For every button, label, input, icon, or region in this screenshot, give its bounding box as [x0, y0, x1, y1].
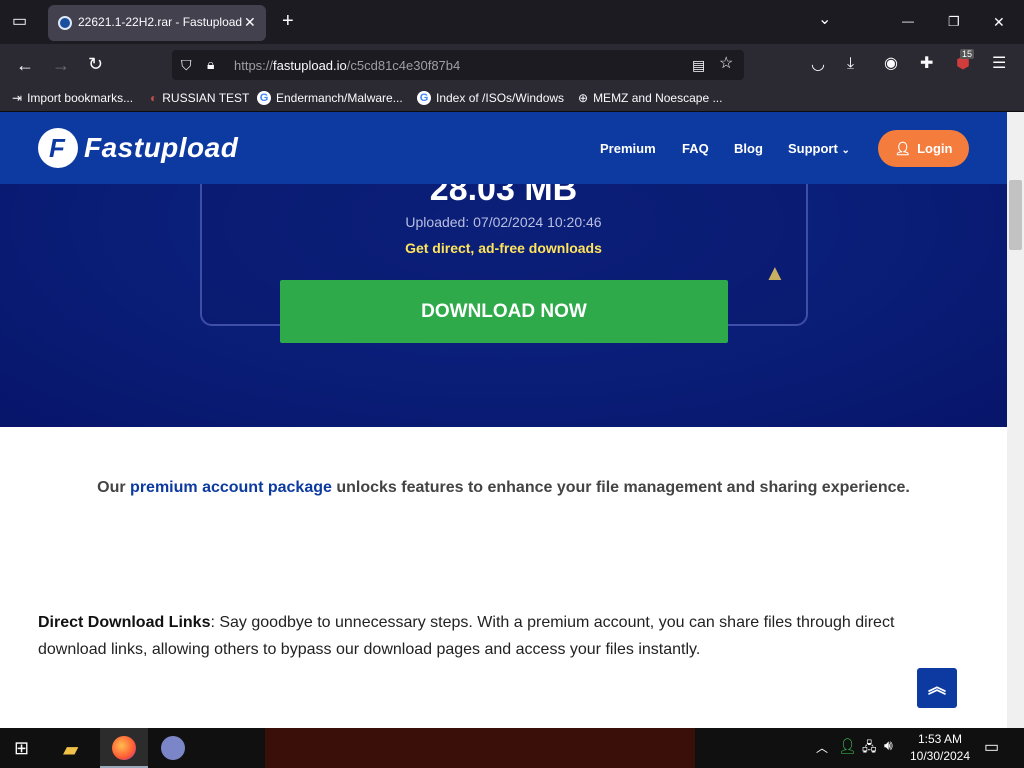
site-logo[interactable]: Fastupload — [38, 128, 238, 168]
feature-direct-links: Direct Download Links: Say goodbye to un… — [38, 609, 948, 663]
torrent-app-icon[interactable] — [161, 736, 185, 760]
notifications-icon[interactable]: ▭ — [984, 737, 999, 757]
fastupload-favicon-icon — [58, 16, 72, 30]
network-icon[interactable]: 🖧︎ — [862, 738, 877, 760]
file-explorer-icon[interactable]: ▰ — [63, 737, 78, 762]
bookmark-endermanch[interactable]: G Endermanch/Malware... — [257, 91, 403, 105]
bookmark-russian-test[interactable]: ◐ RUSSIAN TEST — [150, 91, 249, 105]
firefox-taskbar-button[interactable] — [100, 728, 148, 768]
site-header: Fastupload Premium FAQ Blog Support ⌄ 👤︎… — [0, 112, 1007, 184]
firefox-icon — [112, 736, 136, 760]
tab-active[interactable]: 22621.1-22H2.rar - Fastupload.io ✕ — [48, 5, 266, 41]
chevron-down-icon: ⌄ — [841, 145, 850, 156]
google-icon: G — [417, 91, 431, 105]
login-button[interactable]: 👤︎ Login — [878, 130, 969, 167]
list-all-tabs-icon[interactable]: ⌄ — [818, 12, 831, 28]
navigation-toolbar: ← → ↻ ⛉ 🔒︎ https://fastupload.io/c5cd81c… — [0, 44, 1024, 86]
downloads-icon[interactable]: ⤓ — [847, 56, 854, 72]
tab-title: 22621.1-22H2.rar - Fastupload.io — [78, 15, 243, 29]
globe-icon: ⊕ — [578, 91, 589, 105]
volume-icon[interactable]: 🔊︎ — [884, 737, 893, 754]
reload-icon[interactable]: ↻ — [88, 55, 103, 73]
new-tab-button[interactable]: + — [282, 11, 294, 31]
taskbar-wallpaper — [265, 728, 695, 768]
premium-intro-text: Our premium account package unlocks feat… — [97, 479, 910, 496]
bookmark-favicon-icon: ◐ — [150, 91, 158, 105]
system-clock[interactable]: 1:53 AM 10/30/2024 — [900, 731, 980, 765]
tab-close-icon[interactable]: ✕ — [244, 14, 256, 31]
extension-badge: 15 — [960, 49, 975, 59]
fastupload-logo-icon — [38, 128, 78, 168]
tray-overflow-icon[interactable]: ︿ — [816, 739, 828, 756]
double-chevron-up-icon: ︽ — [928, 677, 946, 697]
back-icon[interactable]: ← — [16, 56, 34, 74]
windows-start-icon[interactable]: ⊞ — [14, 738, 29, 759]
scroll-to-top-button[interactable]: ︽ — [917, 668, 957, 708]
bookmark-isos[interactable]: G Index of /ISOs/Windows — [417, 91, 564, 105]
import-icon: ⇥ — [12, 91, 23, 105]
address-bar[interactable]: ⛉ 🔒︎ https://fastupload.io/c5cd81c4e30f8… — [172, 50, 744, 80]
reader-view-icon[interactable]: ▤ — [692, 57, 705, 73]
nav-blog[interactable]: Blog — [734, 141, 763, 156]
bookmark-import[interactable]: ⇥ Import bookmarks... — [12, 91, 133, 105]
windows-taskbar: ⊞ ▰ ︿ 👤︎ 🖧︎ 🔊︎ 1:53 AM 10/30/2024 ▭ — [0, 728, 1024, 768]
bookmark-memz[interactable]: ⊕ MEMZ and Noescape ... — [578, 91, 722, 105]
nav-premium[interactable]: Premium — [600, 141, 656, 156]
nav-faq[interactable]: FAQ — [682, 141, 709, 156]
user-icon: 👤︎ — [894, 140, 912, 156]
minimize-button[interactable]: — — [902, 13, 914, 29]
download-now-button[interactable]: DOWNLOAD NOW — [280, 280, 728, 343]
maximize-button[interactable]: ❐ — [948, 14, 960, 30]
url-text[interactable]: https://fastupload.io/c5cd81c4e30f87b4 — [234, 58, 460, 73]
scrollbar-thumb[interactable] — [1009, 180, 1022, 250]
forward-icon[interactable]: → — [52, 56, 70, 74]
extensions-icon[interactable]: ✚ — [920, 56, 933, 72]
premium-package-link[interactable]: premium account package — [130, 479, 332, 496]
window-close-button[interactable]: ✕ — [993, 14, 1005, 30]
tray-user-icon[interactable]: 👤︎ — [838, 737, 857, 755]
tab-strip: ▭ 22621.1-22H2.rar - Fastupload.io ✕ + ⌄… — [0, 0, 1024, 44]
cursor-sprite-icon: ▲ — [764, 260, 786, 285]
google-icon: G — [257, 91, 271, 105]
nav-support[interactable]: Support ⌄ — [788, 141, 850, 156]
menu-icon[interactable]: ☰ — [992, 56, 1006, 72]
premium-promo-link[interactable]: Get direct, ad-free downloads — [0, 240, 1007, 256]
upload-date: Uploaded: 07/02/2024 10:20:46 — [405, 214, 602, 230]
bookmark-star-icon[interactable]: ☆ — [719, 56, 733, 72]
feature-title: Direct Download Links — [38, 614, 211, 631]
lock-icon[interactable]: 🔒︎ — [207, 56, 214, 72]
tab-overview-icon[interactable]: ▭ — [12, 14, 27, 30]
web-page: 28.03 MB Uploaded: 07/02/2024 10:20:46 G… — [0, 112, 1007, 728]
bookmarks-toolbar: ⇥ Import bookmarks... ◐ RUSSIAN TEST G Ende… — [0, 86, 1024, 112]
pocket-icon[interactable]: ◡ — [811, 57, 825, 73]
tracking-shield-icon[interactable]: ⛉ — [181, 57, 192, 73]
account-icon[interactable]: ◉ — [884, 56, 898, 72]
